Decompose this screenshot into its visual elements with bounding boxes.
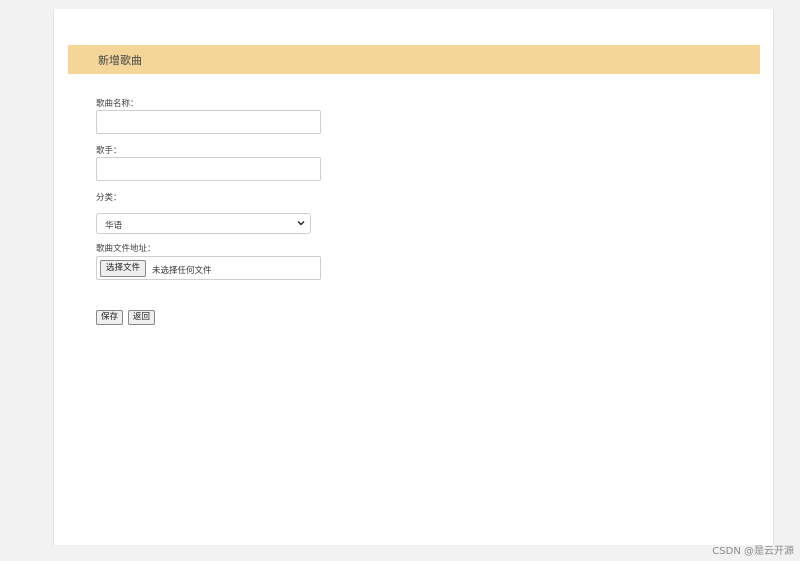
watermark-text: CSDN @是云开源 bbox=[712, 546, 794, 557]
choose-file-button[interactable]: 选择文件 bbox=[100, 260, 147, 277]
singer-input[interactable] bbox=[96, 157, 321, 181]
category-select[interactable]: 华语 bbox=[96, 213, 311, 234]
song-name-input[interactable] bbox=[96, 110, 321, 134]
chevron-down-icon bbox=[297, 221, 305, 226]
category-selected-value: 华语 bbox=[105, 221, 123, 231]
save-button[interactable]: 保存 bbox=[96, 310, 124, 325]
category-label: 分类： bbox=[96, 193, 122, 203]
back-button[interactable]: 返回 bbox=[128, 310, 156, 325]
singer-label: 歌手： bbox=[96, 146, 122, 156]
page-title: 新增歌曲 bbox=[98, 54, 142, 67]
file-status-text: 未选择任何文件 bbox=[152, 266, 212, 276]
page-header: 新增歌曲 bbox=[68, 45, 760, 74]
song-name-label: 歌曲名称： bbox=[96, 99, 139, 109]
file-label: 歌曲文件地址： bbox=[96, 244, 156, 254]
song-file-input: 选择文件 未选择任何文件 bbox=[96, 256, 321, 280]
page-container: 新增歌曲 歌曲名称： 歌手： 分类： 华语 歌曲文件地址： 选择文件 未选择任何… bbox=[53, 9, 774, 545]
